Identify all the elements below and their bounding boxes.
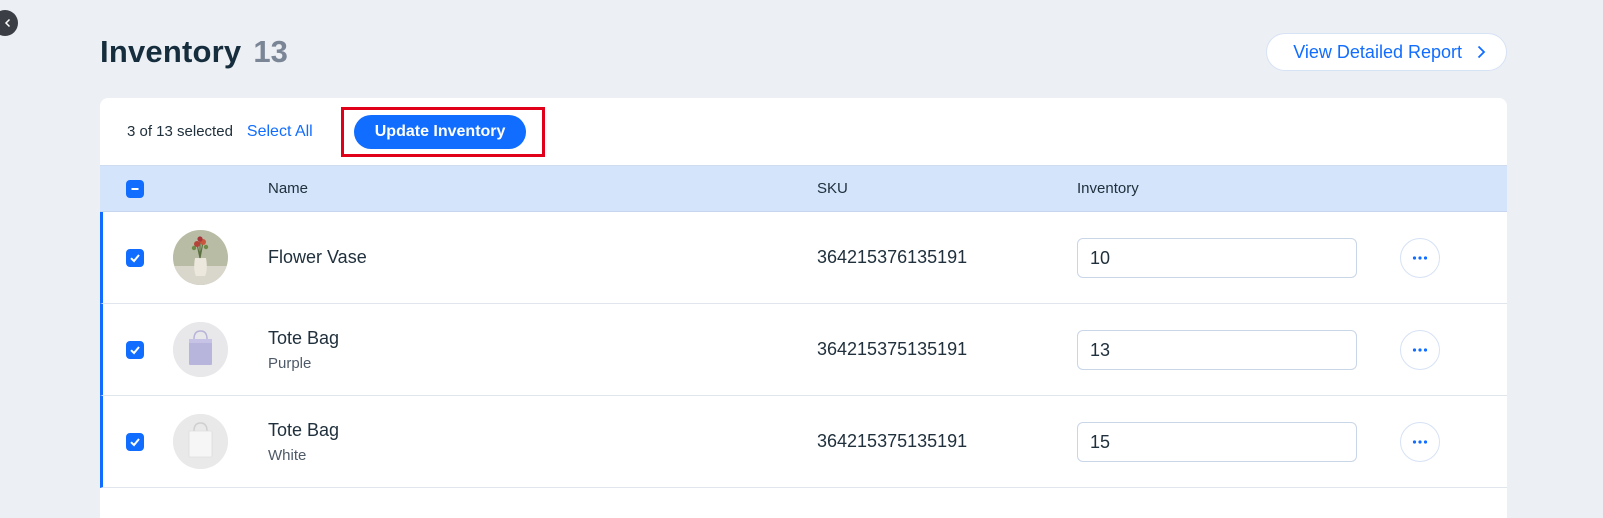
view-report-label: View Detailed Report [1293,41,1462,62]
table-header: Name SKU Inventory [100,166,1507,212]
select-all-link[interactable]: Select All [247,123,313,141]
check-icon [130,346,140,355]
bulk-action-toolbar: 3 of 13 selected Select All Update Inven… [100,98,1507,166]
page-title: Inventory [100,34,242,69]
product-name: Tote Bag [268,327,340,348]
product-name-cell: Tote Bag Purple [268,304,339,395]
selection-count: 3 of 13 selected [127,123,233,140]
more-actions-button[interactable] [1400,422,1440,462]
check-icon [130,254,140,263]
product-variant: White [268,446,307,464]
update-inventory-button[interactable]: Update Inventory [353,114,527,149]
more-dots-icon [1412,348,1428,352]
update-inventory-highlight: Update Inventory [340,106,546,157]
title-wrap: Inventory 13 [100,34,288,70]
product-name-cell: Flower Vase [268,212,367,303]
column-header-inventory[interactable]: Inventory [1077,180,1139,197]
inventory-quantity-input[interactable] [1077,330,1357,370]
column-header-name[interactable]: Name [268,180,308,197]
table-row[interactable]: Flower Vase 364215376135191 [100,212,1507,304]
select-all-checkbox[interactable] [126,179,144,198]
more-dots-icon [1412,256,1428,260]
row-checkbox[interactable] [126,341,144,359]
inventory-card: 3 of 13 selected Select All Update Inven… [100,98,1507,518]
more-dots-icon [1412,440,1428,444]
minus-icon [131,187,139,190]
chevron-left-icon [4,18,11,28]
inventory-quantity-input[interactable] [1077,422,1357,462]
table-row[interactable]: Tote Bag White 364215375135191 [100,396,1507,488]
white-tote-image [173,414,228,469]
table-row[interactable]: Tote Bag Purple 364215375135191 [100,304,1507,396]
product-name: Tote Bag [268,419,340,440]
chevron-right-icon [1477,45,1486,59]
page-count: 13 [253,34,288,69]
sidebar-collapse-button[interactable] [0,10,18,36]
product-sku: 364215375135191 [817,431,968,451]
column-header-sku[interactable]: SKU [817,180,848,197]
product-sku: 364215375135191 [817,339,968,359]
check-icon [130,438,140,447]
more-actions-button[interactable] [1400,238,1440,278]
inventory-quantity-input[interactable] [1077,238,1357,278]
product-variant: Purple [268,354,312,372]
row-checkbox[interactable] [126,433,144,451]
page-header: Inventory 13 View Detailed Report [100,30,1507,74]
product-sku: 364215376135191 [817,247,968,267]
more-actions-button[interactable] [1400,330,1440,370]
product-name-cell: Tote Bag White [268,396,339,487]
row-checkbox[interactable] [126,249,144,267]
flower-vase-image [173,230,228,285]
product-name: Flower Vase [268,247,367,267]
purple-tote-image [173,322,228,377]
view-report-button[interactable]: View Detailed Report [1266,33,1507,71]
